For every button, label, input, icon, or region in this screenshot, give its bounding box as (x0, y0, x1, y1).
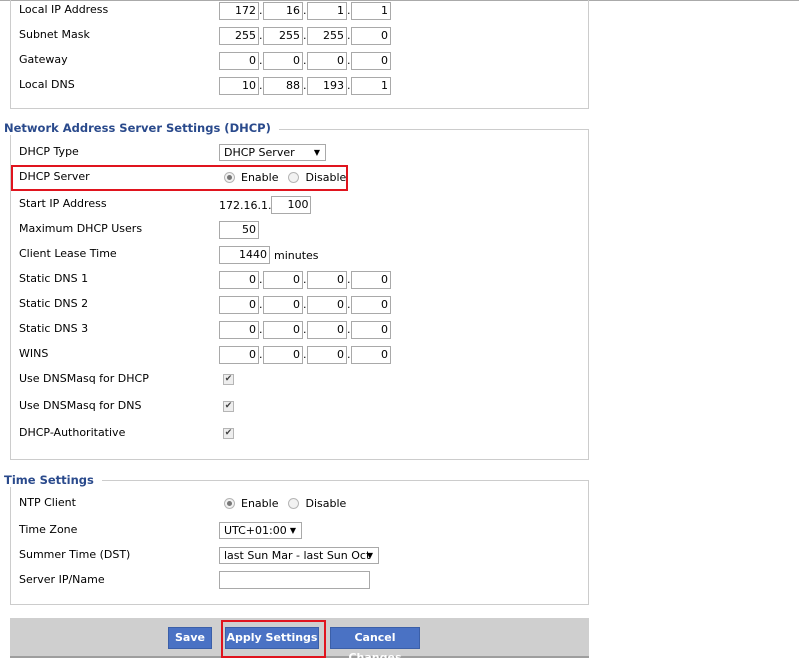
subnet-mask-octet-4[interactable]: 0 (351, 27, 391, 45)
max-users-label: Maximum DHCP Users (19, 222, 143, 235)
time-zone-value: UTC+01:00 (224, 524, 287, 537)
cancel-changes-button[interactable]: Cancel Changes (330, 627, 420, 664)
ntp-client-label: NTP Client (19, 496, 76, 509)
wins-octet-1[interactable]: 0 (219, 346, 259, 364)
local-dns-octet-3[interactable]: 193 (307, 77, 347, 95)
chevron-down-icon: ▼ (366, 551, 373, 560)
chevron-down-icon: ▼ (313, 148, 320, 157)
time-zone-select[interactable]: UTC+01:00 ▼ (219, 522, 302, 539)
subnet-mask-octet-1[interactable]: 255 (219, 27, 259, 45)
local-ip-address-label: Local IP Address (19, 3, 109, 16)
subnet-mask-octet-3[interactable]: 255 (307, 27, 347, 45)
server-name-input[interactable] (219, 571, 370, 589)
ntp-disable-label[interactable]: Disable (305, 497, 346, 510)
gateway-octet-4[interactable]: 0 (351, 52, 391, 70)
lease-time-unit: minutes (274, 248, 319, 262)
dhcp-server-disable-radio[interactable] (288, 172, 300, 183)
wins-label: WINS (19, 347, 49, 360)
static-dns-1-octet-1[interactable]: 0 (219, 271, 259, 289)
static-dns-2-octet-1[interactable]: 0 (219, 296, 259, 314)
local-ip-address-octet-3[interactable]: 1 (307, 2, 347, 20)
ntp-disable-radio[interactable] (288, 498, 300, 509)
dhcp-type-value: DHCP Server (224, 146, 295, 159)
static-dns-1-octet-2[interactable]: 0 (263, 271, 303, 289)
static-dns-2-octet-2[interactable]: 0 (263, 296, 303, 314)
dhcp-authoritative-label: DHCP-Authoritative (19, 426, 126, 439)
start-ip-label: Start IP Address (19, 197, 107, 210)
subnet-mask-label: Subnet Mask (19, 28, 90, 41)
use-dnsmasq-for-dns-label: Use DNSMasq for DNS (19, 399, 142, 412)
static-dns-2-octet-4[interactable]: 0 (351, 296, 391, 314)
gateway-label: Gateway (19, 53, 68, 66)
dst-value: last Sun Mar - last Sun Oct (224, 549, 371, 562)
gateway-octet-2[interactable]: 0 (263, 52, 303, 70)
dhcp-type-label: DHCP Type (19, 145, 79, 158)
gateway-ip-control: 0.0.0.0 (219, 52, 391, 70)
use-dnsmasq-for-dhcp-checkbox[interactable]: ✔ (223, 374, 234, 385)
local-ip-address-ip-control: 172. 16. 1. 1 (219, 2, 391, 20)
dhcp-server-enable-radio[interactable] (224, 172, 235, 183)
ntp-enable-label[interactable]: Enable (241, 497, 278, 510)
static-dns-1-label: Static DNS 1 (19, 272, 89, 285)
dhcp-authoritative-checkbox[interactable]: ✔ (223, 428, 234, 439)
ntp-enable-radio[interactable] (224, 498, 235, 509)
start-ip-control: 172.16.1. 100 (219, 196, 312, 214)
local-dns-ip-control: 10. 88. 193. 1 (219, 77, 391, 95)
local-ip-address-octet-1[interactable]: 172 (219, 2, 259, 20)
lease-time-label: Client Lease Time (19, 247, 117, 260)
static-dns-1-octet-4[interactable]: 0 (351, 271, 391, 289)
start-ip-prefix: 172.16.1. (219, 198, 272, 212)
max-users-input[interactable]: 50 (219, 221, 259, 239)
static-dns-3-octet-1[interactable]: 0 (219, 321, 259, 339)
start-ip-input[interactable]: 100 (271, 196, 312, 214)
lease-time-input[interactable]: 1440 (219, 246, 270, 264)
wins-octet-3[interactable]: 0 (307, 346, 347, 364)
dhcp-type-select[interactable]: DHCP Server ▼ (219, 144, 326, 161)
static-dns-3-octet-2[interactable]: 0 (263, 321, 303, 339)
local-dns-octet-2[interactable]: 88 (263, 77, 303, 95)
wins-ip-control: 0.0.0.0 (219, 346, 391, 364)
wins-octet-4[interactable]: 0 (351, 346, 391, 364)
dhcp-legend: Network Address Server Settings (DHCP) (4, 121, 279, 135)
static-dns-3-ip-control: 0.0.0.0 (219, 321, 391, 339)
subnet-mask-ip-control: 255. 255. 255. 0 (219, 27, 391, 45)
static-dns-2-label: Static DNS 2 (19, 297, 89, 310)
local-dns-octet-1[interactable]: 10 (219, 77, 259, 95)
apply-highlight (221, 620, 326, 658)
static-dns-2-octet-3[interactable]: 0 (307, 296, 347, 314)
dhcp-server-label: DHCP Server (19, 170, 90, 183)
dhcp-server-enable-label[interactable]: Enable (241, 171, 278, 184)
dhcp-type-control: DHCP Server ▼ (219, 144, 326, 161)
subnet-mask-octet-2[interactable]: 255 (263, 27, 303, 45)
time-zone-label: Time Zone (19, 523, 78, 536)
static-dns-3-octet-3[interactable]: 0 (307, 321, 347, 339)
static-dns-3-octet-4[interactable]: 0 (351, 321, 391, 339)
local-ip-address-octet-4[interactable]: 1 (351, 2, 391, 20)
dhcp-server-radios: Enable Disable (224, 171, 356, 184)
static-dns-2-ip-control: 0.0.0.0 (219, 296, 391, 314)
chevron-down-icon: ▼ (289, 526, 296, 535)
local-ip-address-octet-2[interactable]: 16 (263, 2, 303, 20)
local-dns-label: Local DNS (19, 78, 75, 91)
dst-label: Summer Time (DST) (19, 548, 131, 561)
server-name-label: Server IP/Name (19, 573, 105, 586)
static-dns-3-label: Static DNS 3 (19, 322, 89, 335)
dhcp-server-disable-label[interactable]: Disable (305, 171, 346, 184)
wins-octet-2[interactable]: 0 (263, 346, 303, 364)
use-dnsmasq-for-dhcp-label: Use DNSMasq for DHCP (19, 372, 149, 385)
local-dns-octet-4[interactable]: 1 (351, 77, 391, 95)
dst-select[interactable]: last Sun Mar - last Sun Oct ▼ (219, 547, 379, 564)
gateway-octet-1[interactable]: 0 (219, 52, 259, 70)
gateway-octet-3[interactable]: 0 (307, 52, 347, 70)
static-dns-1-octet-3[interactable]: 0 (307, 271, 347, 289)
static-dns-1-ip-control: 0.0.0.0 (219, 271, 391, 289)
use-dnsmasq-for-dns-checkbox[interactable]: ✔ (223, 401, 234, 412)
time-legend: Time Settings (4, 473, 102, 487)
save-button[interactable]: Save (168, 627, 212, 649)
